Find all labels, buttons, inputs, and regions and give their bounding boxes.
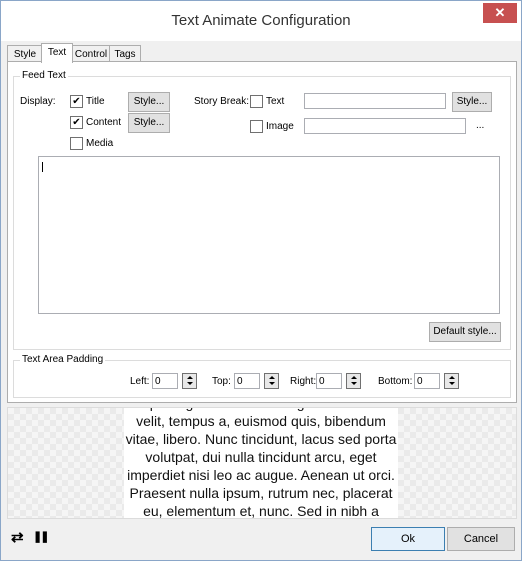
media-checkbox-label: Media (86, 138, 114, 149)
close-icon: ✕ (494, 5, 506, 20)
pause-icon[interactable]: ❚❚ (33, 530, 50, 543)
tab-text[interactable]: Text (41, 43, 73, 63)
title-style-button[interactable]: Style... (128, 92, 170, 112)
display-label: Display: (20, 96, 56, 107)
image-browse-button[interactable]: ... (476, 120, 484, 131)
left-padding-input[interactable]: 0 (152, 373, 178, 389)
story-break-text-field[interactable] (304, 93, 446, 109)
loop-icon[interactable]: ⇄ (11, 528, 24, 546)
story-break-image-label: Image (266, 121, 294, 132)
close-button[interactable]: ✕ (483, 3, 517, 23)
title-checkbox[interactable]: ✔ (70, 95, 83, 108)
default-style-button[interactable]: Default style... (429, 322, 501, 342)
story-break-image-field[interactable] (304, 118, 466, 134)
content-style-button[interactable]: Style... (128, 113, 170, 133)
spin-down-icon (351, 382, 357, 385)
animation-preview: adipiscing elit. Aenean congue diam a ni… (7, 407, 517, 519)
preview-text: adipiscing elit. Aenean congue diam a ni… (124, 408, 398, 518)
bottom-padding-spinner[interactable] (444, 373, 459, 389)
title-checkbox-label: Title (86, 96, 105, 107)
text-editor-area[interactable] (38, 156, 500, 314)
ok-button[interactable]: Ok (371, 527, 445, 551)
top-padding-label: Top: (212, 376, 231, 387)
right-padding-input[interactable]: 0 (316, 373, 342, 389)
story-break-text-label: Text (266, 96, 285, 107)
left-padding-label: Left: (130, 376, 150, 387)
bottom-padding-label: Bottom: (378, 376, 413, 387)
checkmark-icon: ✔ (72, 96, 81, 107)
right-padding-spinner[interactable] (346, 373, 361, 389)
top-padding-spinner[interactable] (264, 373, 279, 389)
left-padding-spinner[interactable] (182, 373, 197, 389)
spin-down-icon (449, 382, 455, 385)
story-break-label: Story Break: (194, 96, 250, 107)
content-checkbox[interactable]: ✔ (70, 116, 83, 129)
cancel-button[interactable]: Cancel (447, 527, 515, 551)
tab-panel-text: Feed Text Display: ✔ Title Style... ✔ Co… (7, 61, 517, 403)
bottom-padding-input[interactable]: 0 (414, 373, 440, 389)
right-padding-label: Right: (290, 376, 317, 387)
window-title: Text Animate Configuration (171, 12, 351, 29)
dialog-window: Text Animate Configuration ✕ Style Text … (0, 0, 522, 561)
spin-up-icon (449, 376, 455, 379)
story-break-style-button[interactable]: Style... (452, 92, 492, 112)
story-break-image-checkbox[interactable] (250, 120, 263, 133)
text-area-padding-label: Text Area Padding (20, 354, 106, 365)
spin-down-icon (269, 382, 275, 385)
top-padding-input[interactable]: 0 (234, 373, 260, 389)
media-checkbox[interactable] (70, 137, 83, 150)
text-caret (42, 162, 43, 172)
spin-up-icon (351, 376, 357, 379)
spin-up-icon (187, 376, 193, 379)
spin-up-icon (269, 376, 275, 379)
feed-text-group-label: Feed Text (20, 70, 68, 81)
checkmark-icon: ✔ (72, 117, 81, 128)
story-break-text-checkbox[interactable] (250, 95, 263, 108)
title-bar[interactable]: Text Animate Configuration ✕ (1, 1, 521, 41)
spin-down-icon (187, 382, 193, 385)
content-checkbox-label: Content (86, 117, 122, 128)
